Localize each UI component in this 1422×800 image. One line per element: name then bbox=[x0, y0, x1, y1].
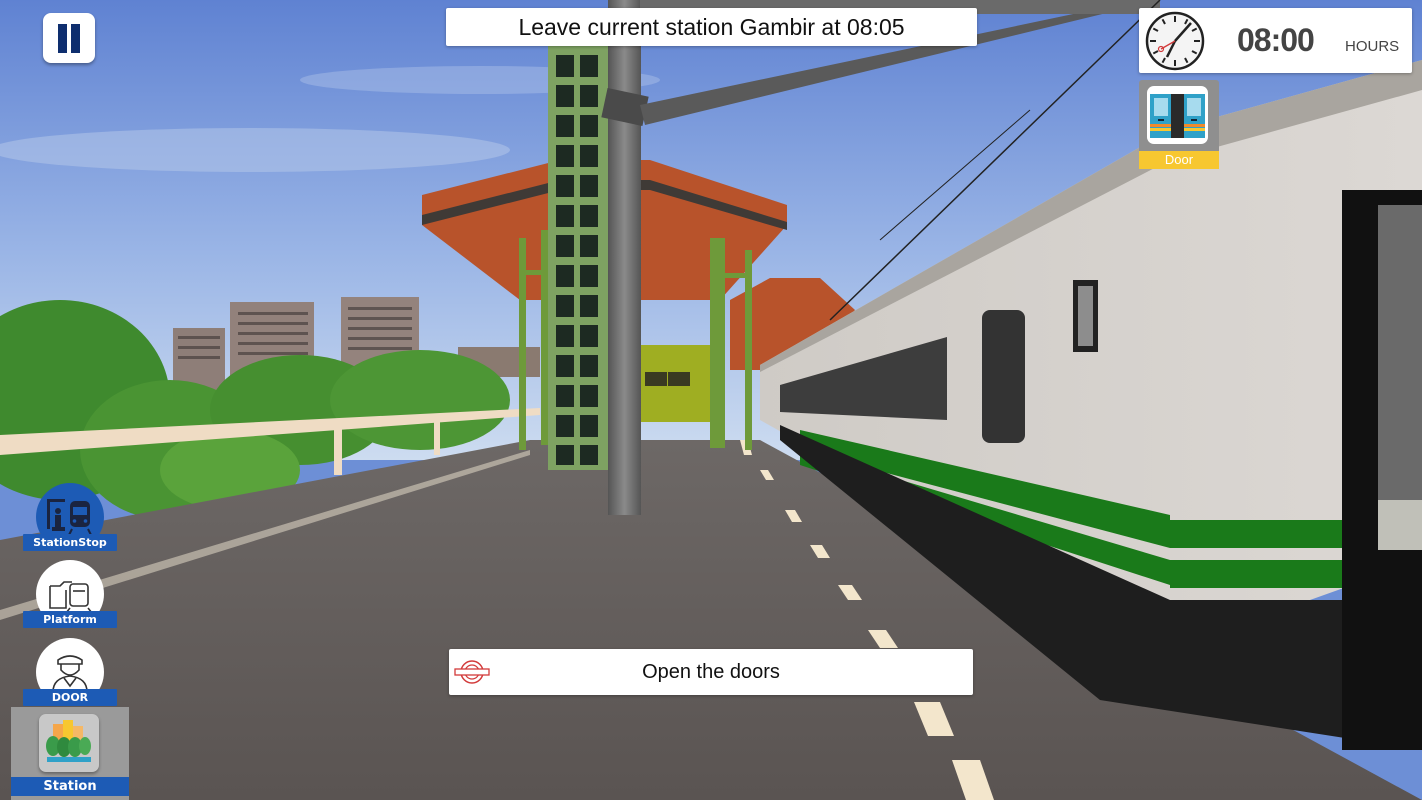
pause-icon bbox=[58, 23, 67, 53]
city-park-icon bbox=[39, 714, 99, 772]
pause-button[interactable] bbox=[43, 13, 95, 63]
door-conductor-label: DOOR bbox=[23, 689, 117, 706]
station-stop-button[interactable]: StationStop bbox=[23, 483, 117, 551]
objective-banner: Leave current station Gambir at 08:05 bbox=[446, 8, 977, 46]
clock-time: 08:00 bbox=[1237, 22, 1315, 58]
door-conductor-button[interactable]: DOOR bbox=[23, 638, 117, 706]
train-door-icon bbox=[1147, 86, 1208, 144]
clock-unit: HOURS bbox=[1345, 38, 1400, 55]
glass-pillar bbox=[548, 45, 610, 470]
clock-panel: 08:00 HOURS bbox=[1139, 8, 1412, 73]
station-button[interactable]: Station bbox=[11, 707, 129, 800]
station-stop-label: StationStop bbox=[23, 534, 117, 551]
clock-icon bbox=[1145, 11, 1205, 71]
objective-text: Leave current station Gambir at 08:05 bbox=[518, 13, 905, 40]
instruction-text: Open the doors bbox=[642, 660, 780, 683]
station-label: Station bbox=[11, 777, 129, 796]
platform-label: Platform bbox=[23, 611, 117, 628]
instruction-banner: Open the doors bbox=[449, 649, 973, 695]
door-button[interactable]: Door bbox=[1139, 80, 1219, 169]
door-button-label: Door bbox=[1139, 151, 1219, 169]
platform-button[interactable]: Platform bbox=[23, 560, 117, 628]
pause-icon-bar bbox=[71, 23, 80, 53]
